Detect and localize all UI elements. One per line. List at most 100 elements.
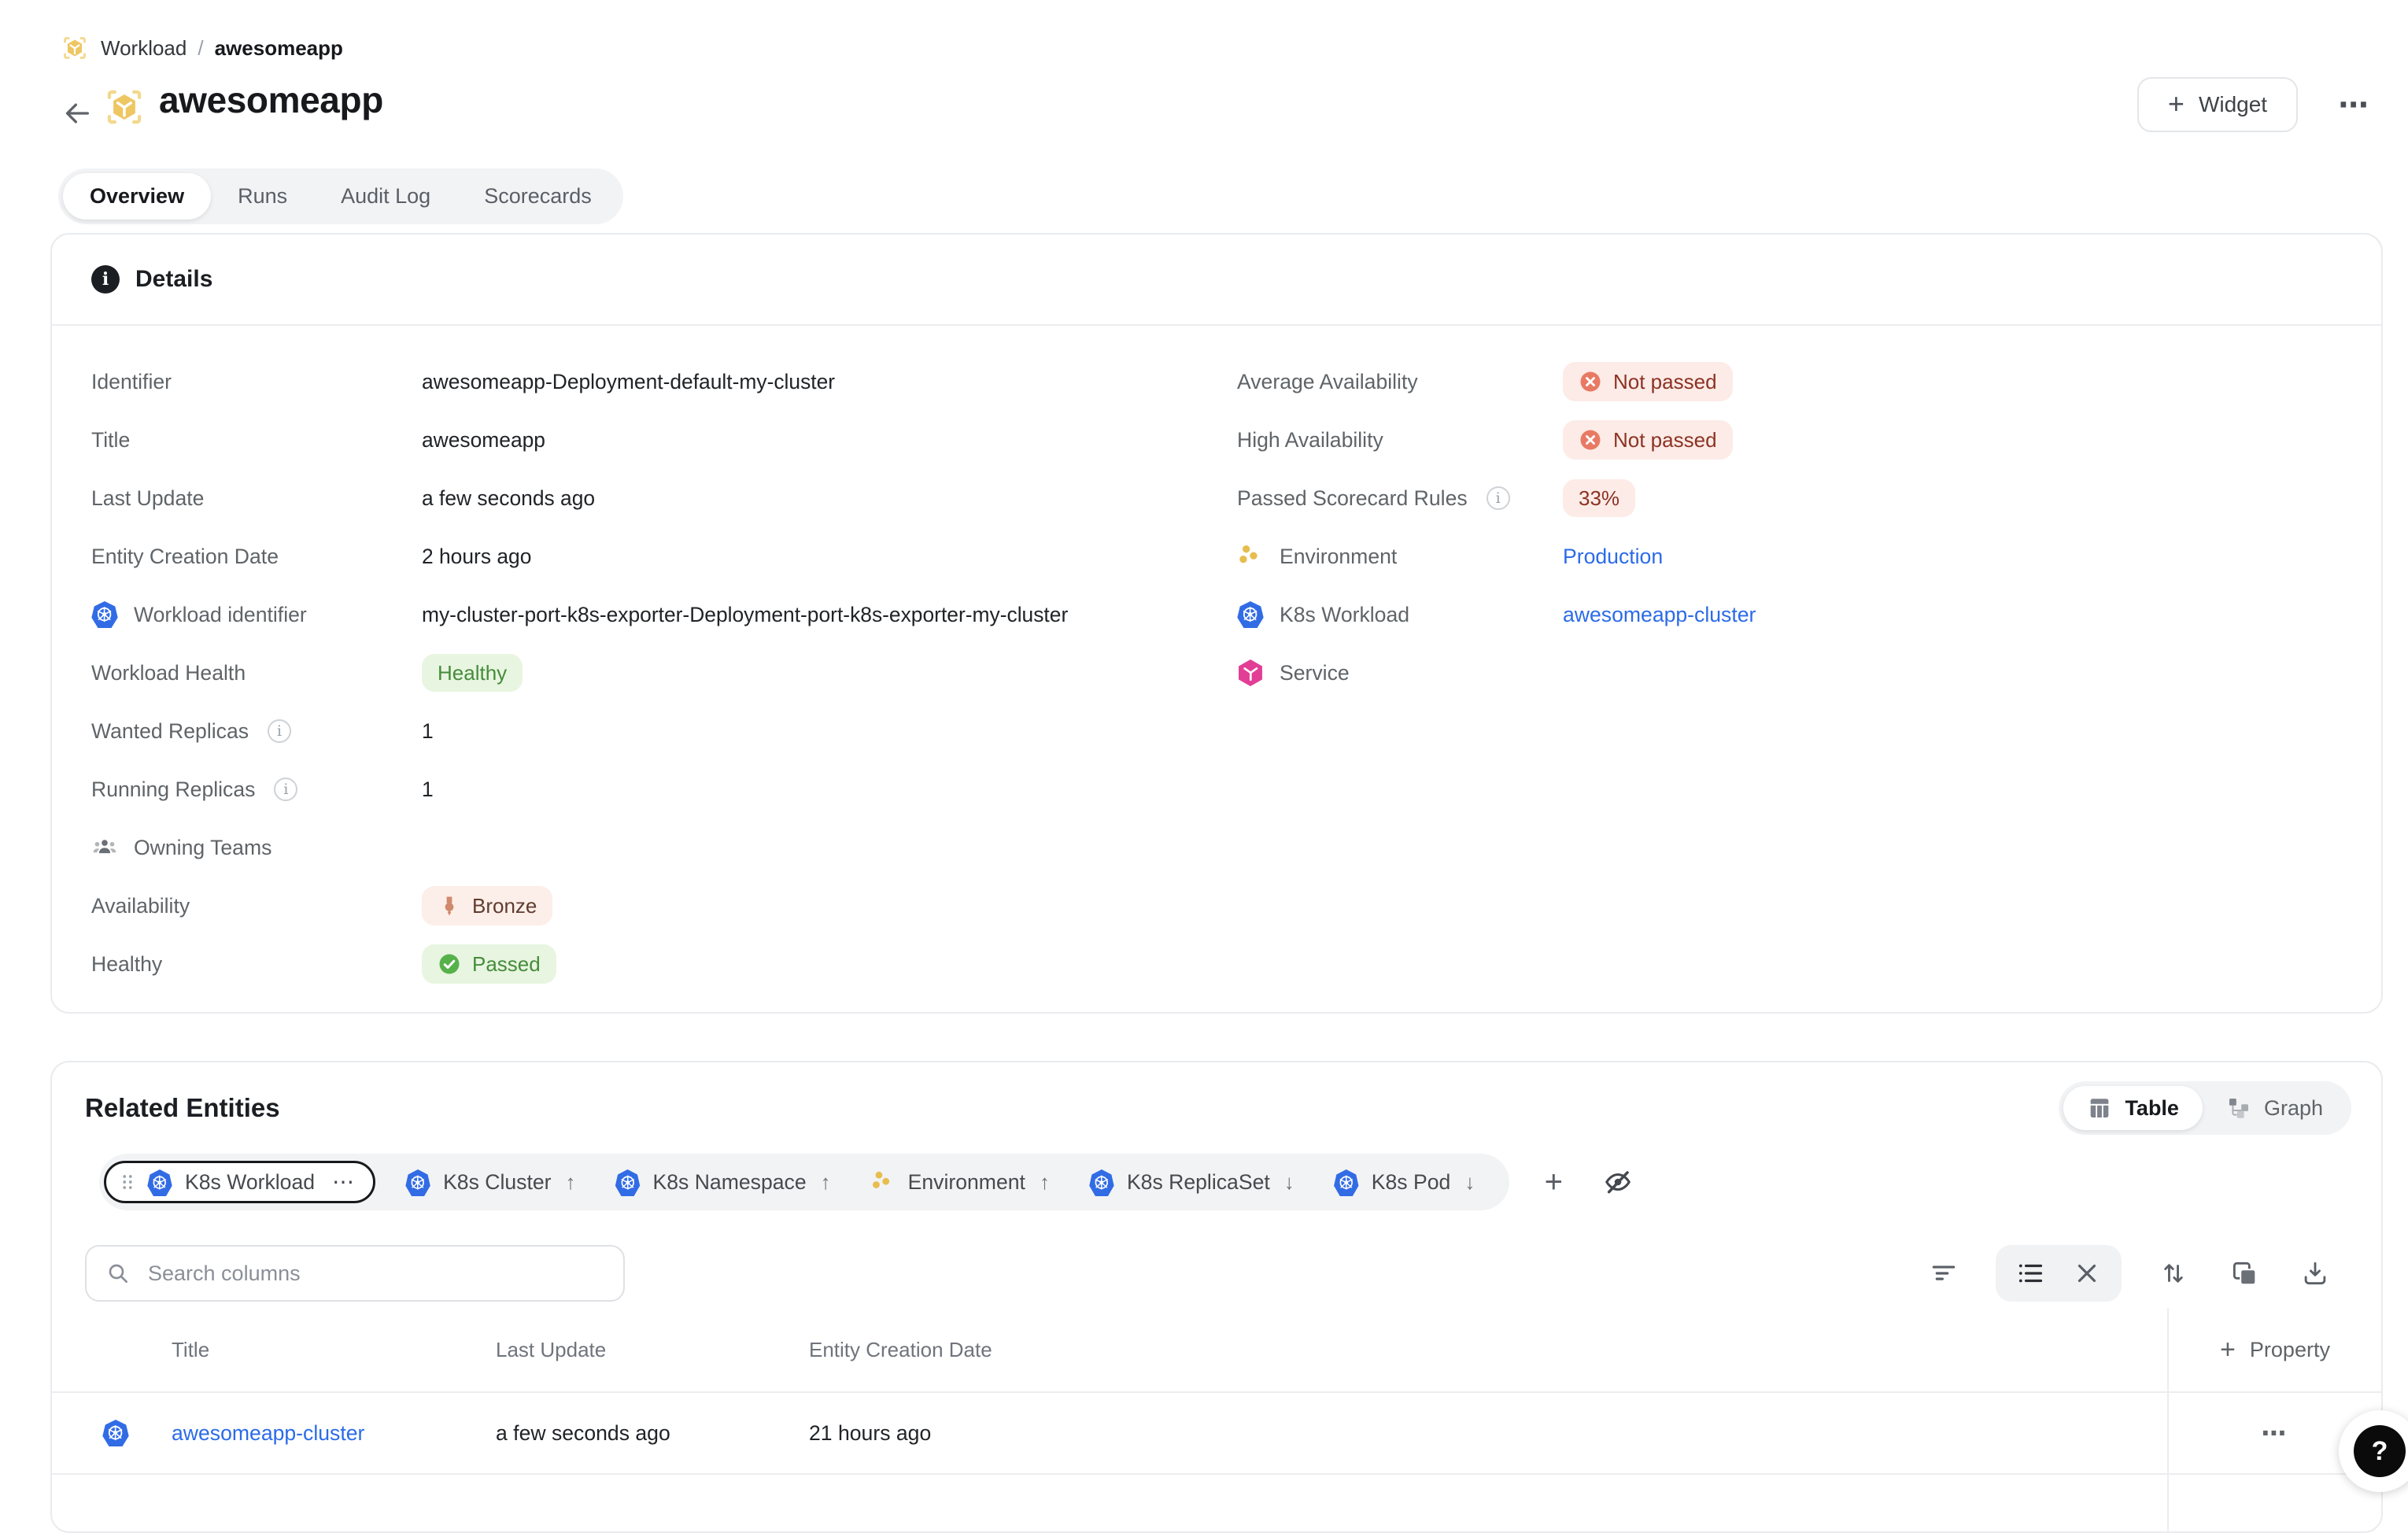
entity-link[interactable]: awesomeapp-cluster [172,1421,364,1445]
column-header-title[interactable]: Title [172,1338,496,1362]
status-badge: Healthy [422,654,523,693]
info-icon[interactable]: i [268,719,291,743]
tab-runs[interactable]: Runs [211,173,314,220]
info-icon[interactable]: i [274,778,297,801]
related-entities-card: Related Entities TableGraph K8s Workload… [50,1061,2383,1533]
relation-chip-k8s-namespace[interactable]: K8s Namespace↑ [606,1163,840,1201]
field-label: K8s Workload [1237,601,1563,628]
k8s-icon [1334,1169,1359,1195]
relation-chips-row: K8s Workload⋯ K8s Cluster↑ K8s Namespace↑ E… [99,1154,1637,1210]
breadcrumb: Workload / awesomeapp [61,35,343,61]
detail-field: Wanted Replicasi1 [52,702,1218,760]
k8s-icon [102,1420,129,1446]
details-card: i Details Identifierawesomeapp-Deploymen… [50,233,2383,1014]
field-value: a few seconds ago [422,486,595,511]
relation-chip-k8s-workload[interactable]: K8s Workload⋯ [104,1161,375,1203]
add-property-button[interactable]: + Property [2169,1308,2381,1393]
page-more-button[interactable]: ⋯ [2329,87,2380,124]
field-label: Service [1237,659,1563,686]
tab-scorecards[interactable]: Scorecards [457,173,619,220]
cell-entity-creation-date: 21 hours ago [809,1421,2167,1446]
detail-field: Running Replicasi1 [52,760,1218,818]
group-by-control [1996,1245,2122,1302]
cell-last-update: a few seconds ago [496,1421,809,1446]
field-label: Availability [91,894,422,918]
eye-off-icon [1603,1167,1633,1197]
column-header-entity-creation-date[interactable]: Entity Creation Date [809,1338,2167,1362]
environment-icon [870,1169,896,1195]
relation-chip-k8s-replicaset[interactable]: K8s ReplicaSet↓ [1080,1163,1304,1201]
hide-columns-button[interactable] [1599,1163,1637,1201]
add-widget-button[interactable]: + Widget [2137,77,2298,132]
add-widget-label: Widget [2199,92,2267,117]
check-icon [438,952,461,976]
xcircle-icon [1579,370,1602,393]
download-button[interactable] [2296,1254,2334,1292]
relation-chip-k8s-pod[interactable]: K8s Pod↓ [1324,1163,1485,1201]
add-relation-button[interactable]: + [1535,1163,1572,1201]
clear-grouping-button[interactable] [2068,1254,2106,1292]
field-label: Entity Creation Date [91,545,422,569]
search-columns-input[interactable] [145,1260,604,1287]
detail-field: Passed Scorecard Rulesi33% [1218,469,2384,527]
team-icon [91,834,118,861]
add-property-label: Property [2250,1338,2330,1362]
filter-button[interactable] [1925,1254,1963,1292]
search-columns-box [85,1245,625,1302]
plus-icon: + [2220,1336,2236,1363]
workload-entity-icon [104,87,145,127]
relation-chip-environment[interactable]: Environment↑ [861,1163,1059,1201]
chip-menu-icon[interactable]: ⋯ [332,1171,356,1193]
field-label: Running Replicasi [91,778,422,802]
detail-field: AvailabilityBronze [52,877,1218,935]
field-link[interactable]: Production [1563,545,1663,569]
details-title: Details [135,266,212,293]
table-header-row: TitleLast UpdateEntity Creation Date [52,1308,2167,1393]
detail-field: Last Updatea few seconds ago [52,469,1218,527]
copy-button[interactable] [2225,1254,2263,1292]
view-toggle-graph[interactable]: Graph [2203,1086,2347,1130]
breadcrumb-separator: / [198,36,203,61]
drag-handle-icon[interactable] [117,1171,138,1193]
column-header-last-update[interactable]: Last Update [496,1338,809,1362]
status-badge: Not passed [1563,362,1733,401]
view-toggle-table[interactable]: Table [2063,1086,2203,1130]
relation-chips: K8s Workload⋯ K8s Cluster↑ K8s Namespace↑ E… [99,1154,1509,1210]
arrow-up-icon: ↑ [566,1170,576,1195]
k8s-icon [91,601,118,628]
field-link[interactable]: awesomeapp-cluster [1563,603,1756,627]
arrow-down-icon: ↓ [1284,1170,1294,1195]
k8s-icon [1237,601,1264,628]
breadcrumb-root[interactable]: Workload [101,36,187,61]
sort-button[interactable] [2155,1254,2192,1292]
page-title: awesomeapp [159,79,383,121]
workload-blueprint-icon [61,35,88,61]
field-label: Environment [1237,543,1563,570]
detail-field: Identifierawesomeapp-Deployment-default-… [52,353,1218,411]
filter-icon [1929,1258,1959,1288]
medal-icon [438,894,461,918]
relation-chip-k8s-cluster[interactable]: K8s Cluster↑ [396,1163,585,1201]
field-label: Average Availability [1237,370,1563,394]
info-icon[interactable]: i [1487,486,1510,510]
field-label: Passed Scorecard Rulesi [1237,486,1563,511]
back-button[interactable] [60,96,94,131]
list-view-button[interactable] [2011,1254,2049,1292]
tab-audit-log[interactable]: Audit Log [314,173,457,220]
field-value: awesomeapp [422,428,545,453]
field-label: Identifier [91,370,422,394]
detail-field: EnvironmentProduction [1218,527,2384,585]
arrow-up-icon: ↑ [1040,1170,1050,1195]
arrow-up-icon: ↑ [821,1170,831,1195]
field-value: my-cluster-port-k8s-exporter-Deployment-… [422,603,1068,627]
detail-field: K8s Workloadawesomeapp-cluster [1218,585,2384,644]
field-label: Workload identifier [91,601,422,628]
table-graph-toggle: TableGraph [2059,1081,2351,1135]
environment-icon [1237,543,1264,570]
status-badge: Passed [422,944,556,984]
row-more-button[interactable]: ⋯ [2262,1420,2289,1446]
field-label: Workload Health [91,661,422,685]
details-card-header: i Details [52,235,2381,326]
property-column: + Property ⋯ [2167,1308,2381,1531]
tab-overview[interactable]: Overview [63,173,211,220]
